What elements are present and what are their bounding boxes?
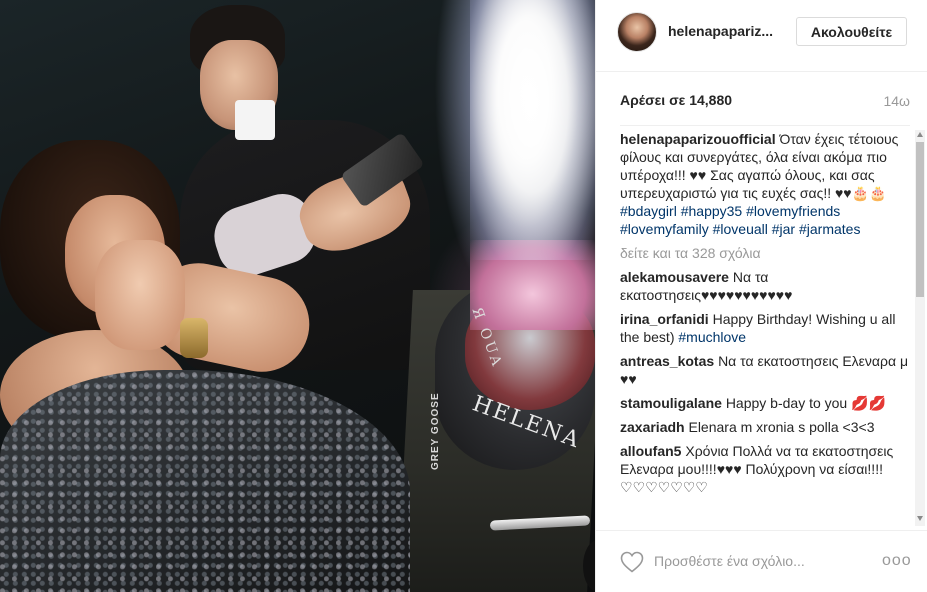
comment-input[interactable]: [654, 548, 864, 574]
divider: [620, 125, 910, 126]
photo-sparkler: [470, 0, 595, 260]
load-more-comments-link[interactable]: δείτε και τα 328 σχόλια: [620, 244, 910, 262]
comment-author[interactable]: antreas_kotas: [620, 353, 714, 369]
comments-list[interactable]: helenapaparizouofficial Όταν έχεις τέτοι…: [620, 130, 910, 526]
comment-author[interactable]: alekamousavere: [620, 269, 729, 285]
likes-count[interactable]: Αρέσει σε 14,880: [620, 92, 732, 108]
comment-footer: ooo: [596, 530, 927, 592]
scroll-up-arrow-icon[interactable]: [917, 132, 923, 137]
hashtag-lovemyfamily[interactable]: #lovemyfamily: [620, 221, 709, 237]
comment-author[interactable]: irina_orfanidi: [620, 311, 709, 327]
scroll-down-arrow-icon[interactable]: [917, 516, 923, 521]
more-options-icon[interactable]: ooo: [882, 552, 912, 570]
caption: helenapaparizouofficial Όταν έχεις τέτοι…: [620, 130, 910, 238]
comment: antreas_kotas Να τα εκατοστησεις Ελεναρα…: [620, 352, 910, 388]
hashtag-muchlove[interactable]: #muchlove: [678, 329, 746, 345]
comment: alekamousavere Να τα εκατοστησεις♥♥♥♥♥♥♥…: [620, 268, 910, 304]
hashtag-jarmates[interactable]: #jarmates: [799, 221, 860, 237]
photo-watch: [180, 318, 208, 358]
following-button[interactable]: Ακολουθείτε: [796, 17, 907, 46]
post-photo[interactable]: HELENA Я ОUA GREY GOOSE: [0, 0, 595, 592]
hashtag-lovemyfriends[interactable]: #lovemyfriends: [746, 203, 840, 219]
photo-woman-hands: [95, 240, 185, 350]
comment-text: Happy b-day to you 💋💋: [725, 395, 886, 411]
hashtag-jar[interactable]: #jar: [772, 221, 795, 237]
avatar[interactable]: [617, 12, 657, 52]
post-time[interactable]: 14ω: [883, 93, 910, 109]
hashtag-loveuall[interactable]: #loveuall: [713, 221, 768, 237]
table-brand-text: GREY GOOSE: [430, 392, 441, 470]
comment-author[interactable]: zaxariadh: [620, 419, 685, 435]
post-sidebar: helenapapariz... Ακολουθείτε Αρέσει σε 1…: [595, 0, 927, 592]
comment-author[interactable]: stamouligalane: [620, 395, 722, 411]
caption-author[interactable]: helenapaparizouofficial: [620, 131, 776, 147]
comment-text: Elenara m xronia s polla <3<3: [688, 419, 875, 435]
hashtag-happy35[interactable]: #happy35: [681, 203, 743, 219]
photo-sequin-dress: [0, 370, 410, 592]
comment: irina_orfanidi Happy Birthday! Wishing u…: [620, 310, 910, 346]
photo-man-collar: [235, 100, 275, 140]
username-link[interactable]: helenapapariz...: [668, 23, 773, 39]
likes-row: Αρέσει σε 14,880 14ω: [620, 92, 910, 112]
hashtag-bdaygirl[interactable]: #bdaygirl: [620, 203, 677, 219]
scrollbar-thumb[interactable]: [916, 142, 924, 297]
comment-author[interactable]: alloufan5: [620, 443, 681, 459]
comment: alloufan5 Χρόνια Πολλά να τα εκατοστησει…: [620, 442, 910, 496]
post-header: helenapapariz... Ακολουθείτε: [596, 0, 927, 72]
heart-icon[interactable]: [620, 551, 644, 573]
comment: zaxariadh Elenara m xronia s polla <3<3: [620, 418, 910, 436]
comment: stamouligalane Happy b-day to you 💋💋: [620, 394, 910, 412]
